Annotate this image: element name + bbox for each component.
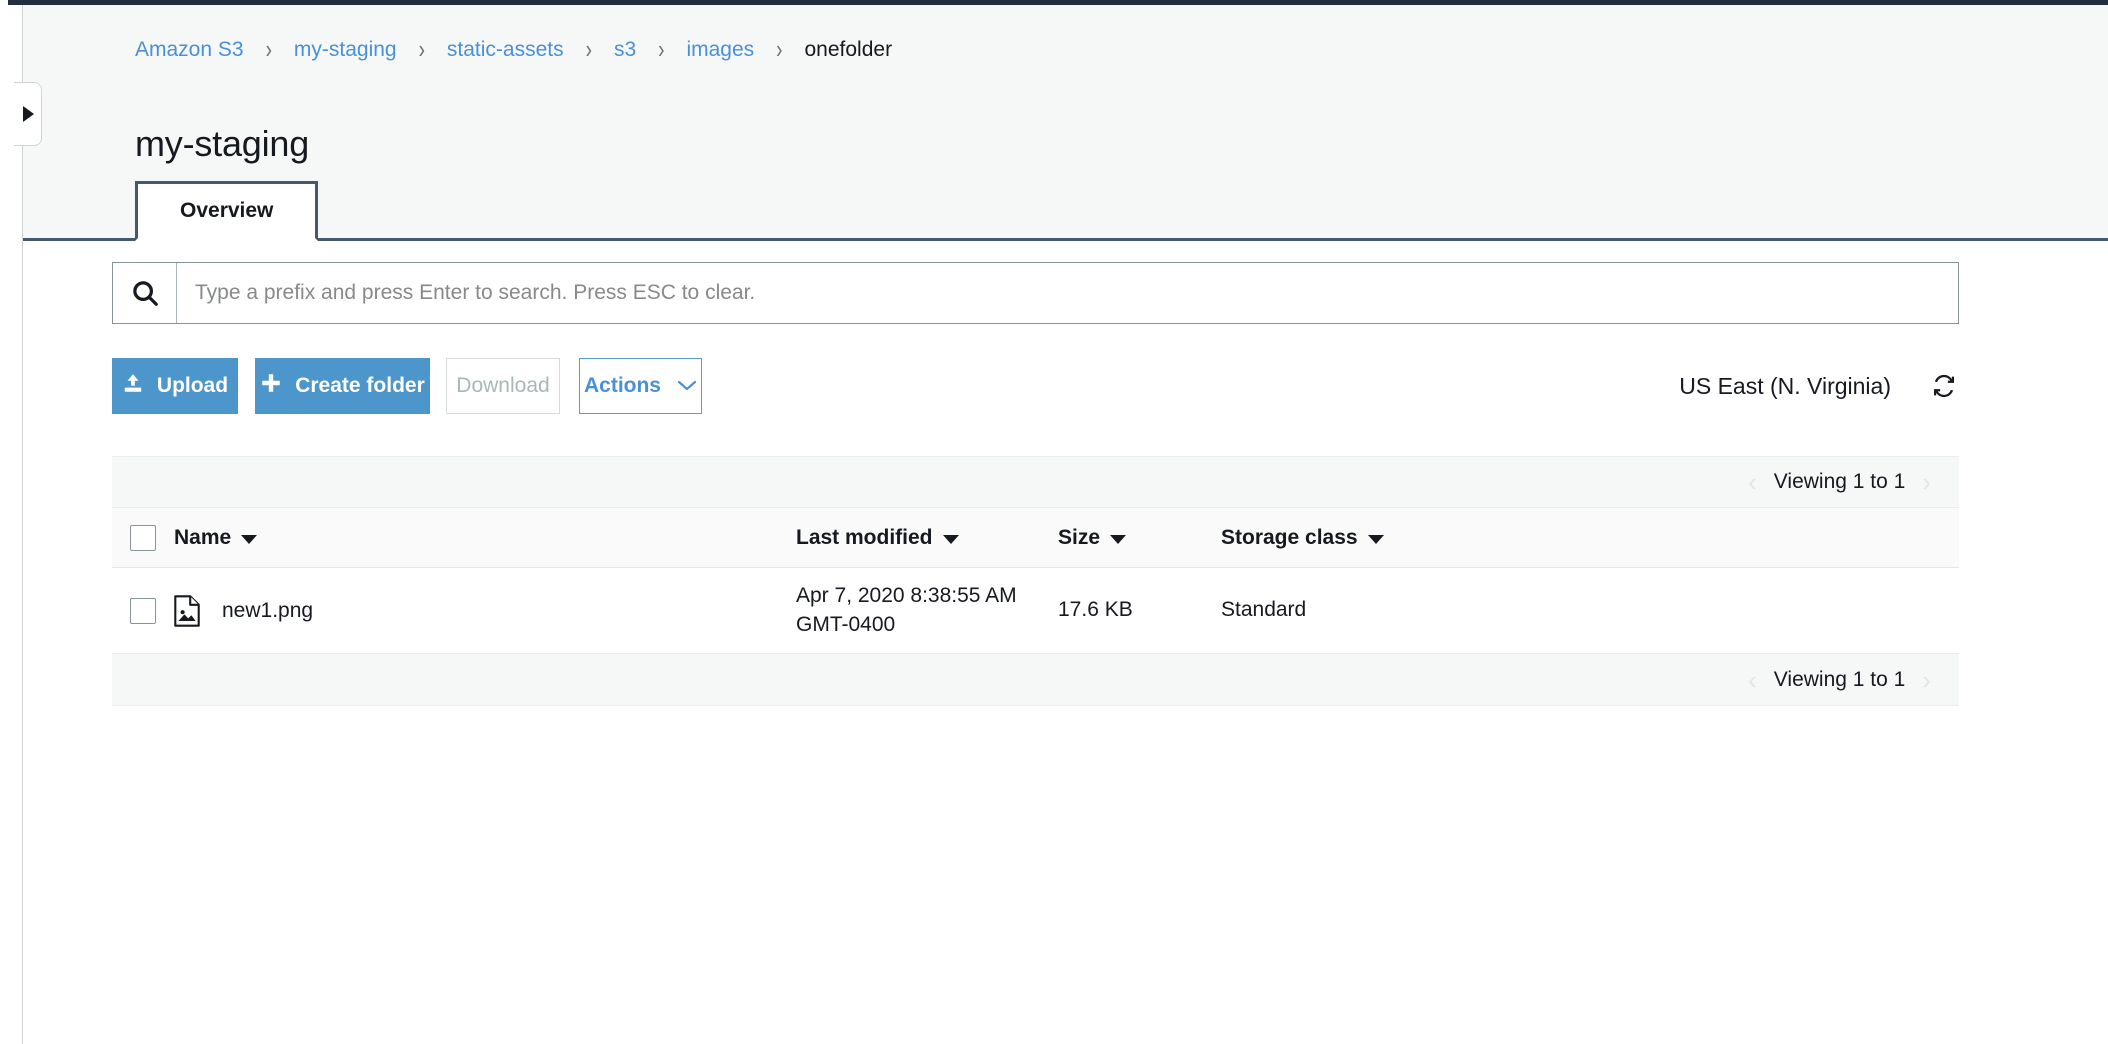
breadcrumb-item-s3[interactable]: s3 [614, 38, 636, 62]
pagination-next-button-bottom: › [1922, 664, 1931, 695]
search-bar [112, 262, 1959, 324]
pagination-next-button: › [1922, 467, 1931, 497]
actions-button[interactable]: Actions [579, 358, 702, 414]
table-row[interactable]: new1.png Apr 7, 2020 8:38:55 AM GMT-0400… [112, 568, 1959, 655]
sort-caret-icon [942, 534, 959, 544]
pagination-prev-button: ‹ [1748, 467, 1757, 497]
row-name-cell: new1.png [174, 594, 796, 627]
row-storage-class: Standard [1221, 598, 1307, 622]
plus-icon [260, 372, 282, 400]
select-all-checkbox[interactable] [130, 524, 156, 551]
column-header-name[interactable]: Name [174, 526, 796, 550]
breadcrumb-item-amazon-s3[interactable]: Amazon S3 [135, 38, 244, 62]
column-header-last-modified[interactable]: Last modified [796, 526, 1058, 550]
breadcrumb-item-images[interactable]: images [686, 38, 754, 62]
pagination-status-top: Viewing 1 to 1 [1773, 470, 1906, 493]
row-size: 17.6 KB [1058, 598, 1133, 622]
sort-caret-icon [241, 534, 258, 544]
column-header-storage-class[interactable]: Storage class [1221, 526, 1959, 550]
create-folder-button-label: Create folder [295, 374, 425, 397]
breadcrumb-separator: › [418, 35, 425, 65]
main-content: Upload Create folder Download Actions [23, 241, 2108, 1044]
pagination-status-bottom: Viewing 1 to 1 [1773, 667, 1906, 691]
download-button: Download [446, 358, 560, 414]
sidebar-expand-toggle[interactable] [14, 82, 42, 146]
upload-button[interactable]: Upload [112, 358, 238, 414]
chevron-right-icon [23, 106, 34, 122]
refresh-icon[interactable] [1929, 371, 1959, 401]
pagination-prev-button-bottom: ‹ [1748, 664, 1757, 695]
create-folder-button[interactable]: Create folder [255, 358, 430, 414]
column-header-last-modified-label: Last modified [796, 525, 933, 549]
upload-button-label: Upload [156, 374, 229, 397]
search-icon[interactable] [113, 263, 177, 323]
image-file-icon [174, 594, 200, 627]
search-input[interactable] [177, 263, 1958, 323]
breadcrumb-item-my-staging[interactable]: my-staging [294, 38, 397, 62]
breadcrumb-separator: › [585, 35, 592, 65]
sort-caret-icon [1367, 534, 1384, 544]
tab-bar: Overview [135, 181, 319, 241]
breadcrumb-separator: › [658, 35, 665, 65]
breadcrumb-item-onefolder: onefolder [804, 38, 893, 61]
column-header-name-label: Name [174, 525, 232, 549]
chevron-down-icon [677, 374, 697, 398]
column-header-storage-class-label: Storage class [1221, 525, 1358, 549]
tab-overview[interactable]: Overview [135, 181, 319, 241]
toolbar: Upload Create folder Download Actions US… [112, 358, 1959, 418]
region-label: US East (N. Virginia) [1679, 372, 1891, 399]
row-name-label[interactable]: new1.png [222, 599, 313, 623]
actions-button-label: Actions [583, 374, 661, 397]
row-last-modified: Apr 7, 2020 8:38:55 AM GMT-0400 [796, 584, 1017, 636]
breadcrumb-item-static-assets[interactable]: static-assets [447, 38, 564, 62]
page-header: Amazon S3 › my-staging › static-assets ›… [23, 5, 2108, 241]
breadcrumb-separator: › [265, 35, 272, 65]
s3-console-page: Amazon S3 › my-staging › static-assets ›… [0, 0, 2108, 1044]
table-header-row: Name Last modified Size Storage class [112, 508, 1959, 568]
row-checkbox[interactable] [130, 597, 156, 624]
column-header-size-label: Size [1058, 525, 1101, 549]
table-pagination-top: ‹ Viewing 1 to 1 › [112, 456, 1959, 508]
page-title: my-staging [135, 123, 310, 164]
select-all-cell [112, 524, 174, 551]
breadcrumb-separator: › [776, 35, 783, 65]
region-selector: US East (N. Virginia) [1679, 358, 1959, 414]
download-button-label: Download [456, 374, 550, 397]
column-header-size[interactable]: Size [1058, 526, 1221, 550]
objects-table: ‹ Viewing 1 to 1 › Name Last modified Si… [112, 456, 1959, 707]
breadcrumb: Amazon S3 › my-staging › static-assets ›… [135, 35, 893, 65]
table-pagination-bottom: ‹ Viewing 1 to 1 › [112, 654, 1959, 707]
sort-caret-icon [1110, 534, 1127, 544]
left-rail [0, 0, 8, 1044]
row-select-cell [112, 597, 174, 624]
upload-icon [122, 372, 144, 400]
